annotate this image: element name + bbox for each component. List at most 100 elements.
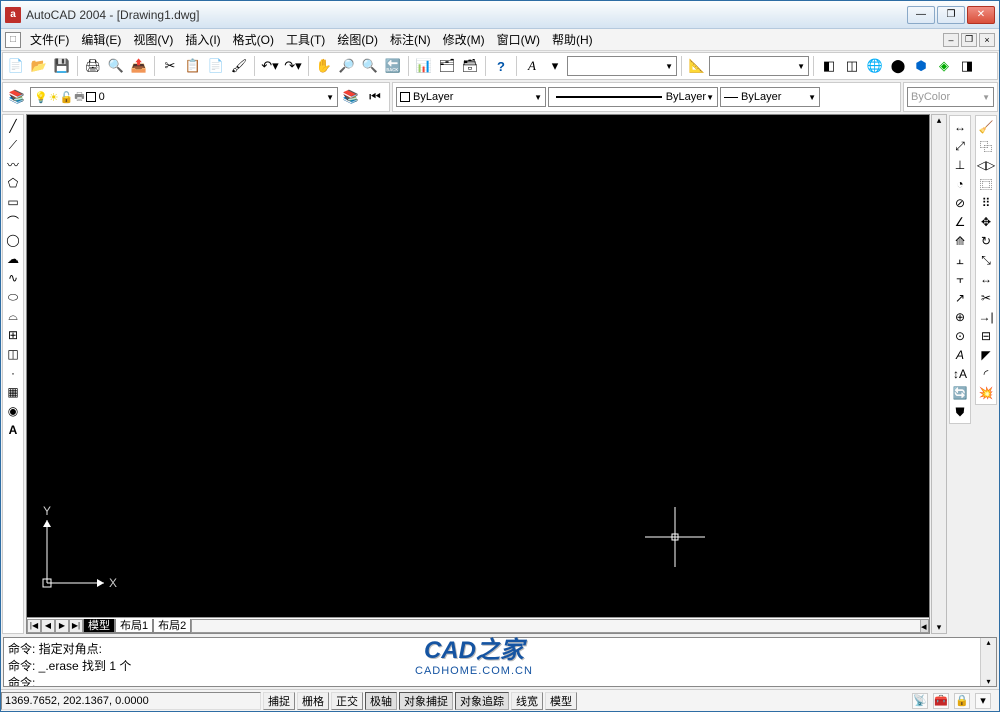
menu-file[interactable]: 文件(F) (24, 29, 75, 50)
circle-icon[interactable]: ◯ (4, 231, 22, 249)
layer-manager-icon[interactable]: 📚 (6, 86, 28, 108)
paste-icon[interactable]: 📄 (205, 55, 227, 77)
menu-format[interactable]: 格式(O) (227, 29, 280, 50)
minimize-button[interactable]: — (907, 6, 935, 24)
3d-box-icon[interactable]: ◫ (841, 55, 863, 77)
lineweight-selector[interactable]: ByLayer▼ (720, 87, 820, 107)
coordinates-display[interactable]: 1369.7652, 202.1367, 0.0000 (1, 692, 261, 710)
mdi-restore-button[interactable]: ❐ (961, 33, 977, 47)
spline-icon[interactable]: ∿ (4, 269, 22, 287)
menu-insert[interactable]: 插入(I) (179, 29, 226, 50)
design-center-icon[interactable]: 🗂 (436, 55, 458, 77)
erase-icon[interactable]: 🧹 (977, 118, 995, 136)
center-mark-icon[interactable]: ⊙ (951, 327, 969, 345)
dim-update-icon[interactable]: 🔄 (951, 384, 969, 402)
text-icon[interactable]: A (4, 421, 22, 439)
dim-radius-icon[interactable]: ◔ (951, 175, 969, 193)
tolerance-icon[interactable]: ⊕ (951, 308, 969, 326)
toggle-snap[interactable]: 捕捉 (263, 692, 295, 710)
zoom-previous-icon[interactable]: 🔙 (382, 55, 404, 77)
zoom-realtime-icon[interactable]: 🔎 (336, 55, 358, 77)
toggle-lwt[interactable]: 线宽 (511, 692, 543, 710)
layer-previous-icon[interactable]: 📚 (340, 86, 362, 108)
dim-quick-icon[interactable]: ⟰ (951, 232, 969, 250)
tab-nav-last[interactable]: ▶| (69, 619, 83, 633)
explode-icon[interactable]: 💥 (977, 384, 995, 402)
toggle-model[interactable]: 模型 (545, 692, 577, 710)
dimension-style-icon[interactable]: 📐 (686, 55, 708, 77)
menu-modify[interactable]: 修改(M) (437, 29, 491, 50)
dim-aligned-icon[interactable]: ⤢ (951, 137, 969, 155)
tray-toolbox-icon[interactable]: 🧰 (933, 693, 949, 709)
line-icon[interactable]: ╱ (4, 117, 22, 135)
tool-palettes-icon[interactable]: 🗃 (459, 55, 481, 77)
region-icon[interactable]: ◉ (4, 402, 22, 420)
arc-icon[interactable]: ⌒ (4, 212, 22, 230)
rectangle-icon[interactable]: ▭ (4, 193, 22, 211)
command-prompt[interactable]: 命令: (8, 674, 992, 687)
point-icon[interactable]: · (4, 364, 22, 382)
hatch-icon[interactable]: ▦ (4, 383, 22, 401)
dim-edit-icon[interactable]: A (951, 346, 969, 364)
3d-orbit-icon[interactable]: 🌐 (864, 55, 886, 77)
text-style-icon[interactable]: A (521, 55, 543, 77)
menu-window[interactable]: 窗口(W) (491, 29, 546, 50)
insert-block-icon[interactable]: ⊞ (4, 326, 22, 344)
revcloud-icon[interactable]: ☁ (4, 250, 22, 268)
polygon-icon[interactable]: ⬠ (4, 174, 22, 192)
text-style-dropdown-icon[interactable]: ▾ (544, 55, 566, 77)
toggle-polar[interactable]: 极轴 (365, 692, 397, 710)
vertical-scrollbar[interactable]: ▴▾ (931, 114, 947, 634)
toggle-otrack[interactable]: 对象追踪 (455, 692, 509, 710)
drawing-canvas[interactable]: X Y (27, 115, 929, 617)
fillet-icon[interactable]: ◜ (977, 365, 995, 383)
new-icon[interactable]: 📄 (5, 55, 27, 77)
tab-model[interactable]: 模型 (83, 619, 115, 633)
trim-icon[interactable]: ✂ (977, 289, 995, 307)
mdi-close-button[interactable]: × (979, 33, 995, 47)
menu-view[interactable]: 视图(V) (127, 29, 179, 50)
menu-dimension[interactable]: 标注(N) (384, 29, 437, 50)
toggle-osnap[interactable]: 对象捕捉 (399, 692, 453, 710)
match-props-icon[interactable]: 🖌 (228, 55, 250, 77)
print-icon[interactable]: 🖨 (82, 55, 104, 77)
3d-sphere-icon[interactable]: ⬤ (887, 55, 909, 77)
dim-diameter-icon[interactable]: ⊘ (951, 194, 969, 212)
make-block-icon[interactable]: ◫ (4, 345, 22, 363)
dim-ordinate-icon[interactable]: ⊥ (951, 156, 969, 174)
pan-icon[interactable]: ✋ (313, 55, 335, 77)
ellipse-icon[interactable]: ⬭ (4, 288, 22, 306)
ellipse-arc-icon[interactable]: ⌓ (4, 307, 22, 325)
print-preview-icon[interactable]: 🔍 (105, 55, 127, 77)
open-icon[interactable]: 📂 (28, 55, 50, 77)
linetype-selector[interactable]: ByLayer▼ (548, 87, 718, 107)
tray-comm-icon[interactable]: 📡 (912, 693, 928, 709)
layer-states-icon[interactable]: ⏮ (364, 86, 386, 108)
close-button[interactable]: ✕ (967, 6, 995, 24)
dim-style-icon[interactable]: ⛊ (951, 403, 969, 421)
layer-selector[interactable]: 💡 ☀ 🔓 🖶 0 ▼ (30, 87, 338, 107)
scale-icon[interactable]: ⤡ (977, 251, 995, 269)
xline-icon[interactable]: ⟋ (4, 136, 22, 154)
copy-icon[interactable]: 📋 (182, 55, 204, 77)
ucs-icon[interactable]: ◧ (818, 55, 840, 77)
command-scrollbar[interactable]: ▴▾ (980, 638, 996, 686)
toggle-ortho[interactable]: 正交 (331, 692, 363, 710)
redo-icon[interactable]: ↷▾ (282, 55, 304, 77)
render-icon[interactable]: ⬢ (910, 55, 932, 77)
tab-nav-prev[interactable]: ◀ (41, 619, 55, 633)
plotstyle-selector[interactable]: ByColor▼ (907, 87, 994, 107)
dim-angular-icon[interactable]: ∠ (951, 213, 969, 231)
break-icon[interactable]: ⊟ (977, 327, 995, 345)
copy-obj-icon[interactable]: ⿻ (977, 137, 995, 155)
cut-icon[interactable]: ✂ (159, 55, 181, 77)
tab-nav-next[interactable]: ▶ (55, 619, 69, 633)
maximize-button[interactable]: ❐ (937, 6, 965, 24)
stretch-icon[interactable]: ↔ (977, 270, 995, 288)
dimension-style-selector[interactable]: ▼ (709, 56, 809, 76)
leader-icon[interactable]: ↗ (951, 289, 969, 307)
tab-layout1[interactable]: 布局1 (115, 619, 153, 633)
text-style-selector[interactable]: ▼ (567, 56, 677, 76)
menu-edit[interactable]: 编辑(E) (75, 29, 127, 50)
chamfer-icon[interactable]: ◤ (977, 346, 995, 364)
